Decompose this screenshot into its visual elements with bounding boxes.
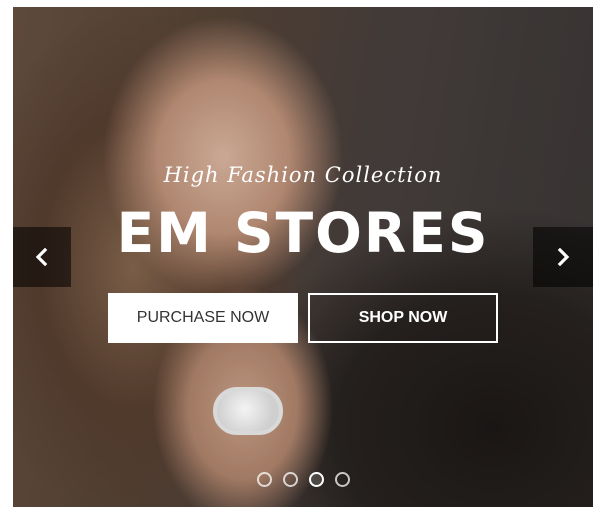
slide-image-watch	[213, 387, 283, 435]
slide-dot-2[interactable]	[282, 472, 298, 487]
slide-title: EM STORES	[116, 201, 490, 265]
prev-slide-button[interactable]	[13, 227, 71, 287]
chevron-right-icon	[557, 248, 570, 266]
chevron-left-icon	[35, 248, 48, 266]
slide-pagination	[13, 472, 593, 487]
slide-dot-3[interactable]	[308, 472, 324, 487]
purchase-now-button[interactable]: PURCHASE NOW	[108, 293, 298, 343]
shop-now-button[interactable]: SHOP NOW	[308, 293, 498, 343]
slide-subtitle: High Fashion Collection	[163, 163, 443, 187]
hero-slider: High Fashion Collection EM STORES PURCHA…	[13, 7, 593, 507]
slide-dot-1[interactable]	[256, 472, 272, 487]
next-slide-button[interactable]	[533, 227, 593, 287]
slide-dot-4[interactable]	[334, 472, 350, 487]
